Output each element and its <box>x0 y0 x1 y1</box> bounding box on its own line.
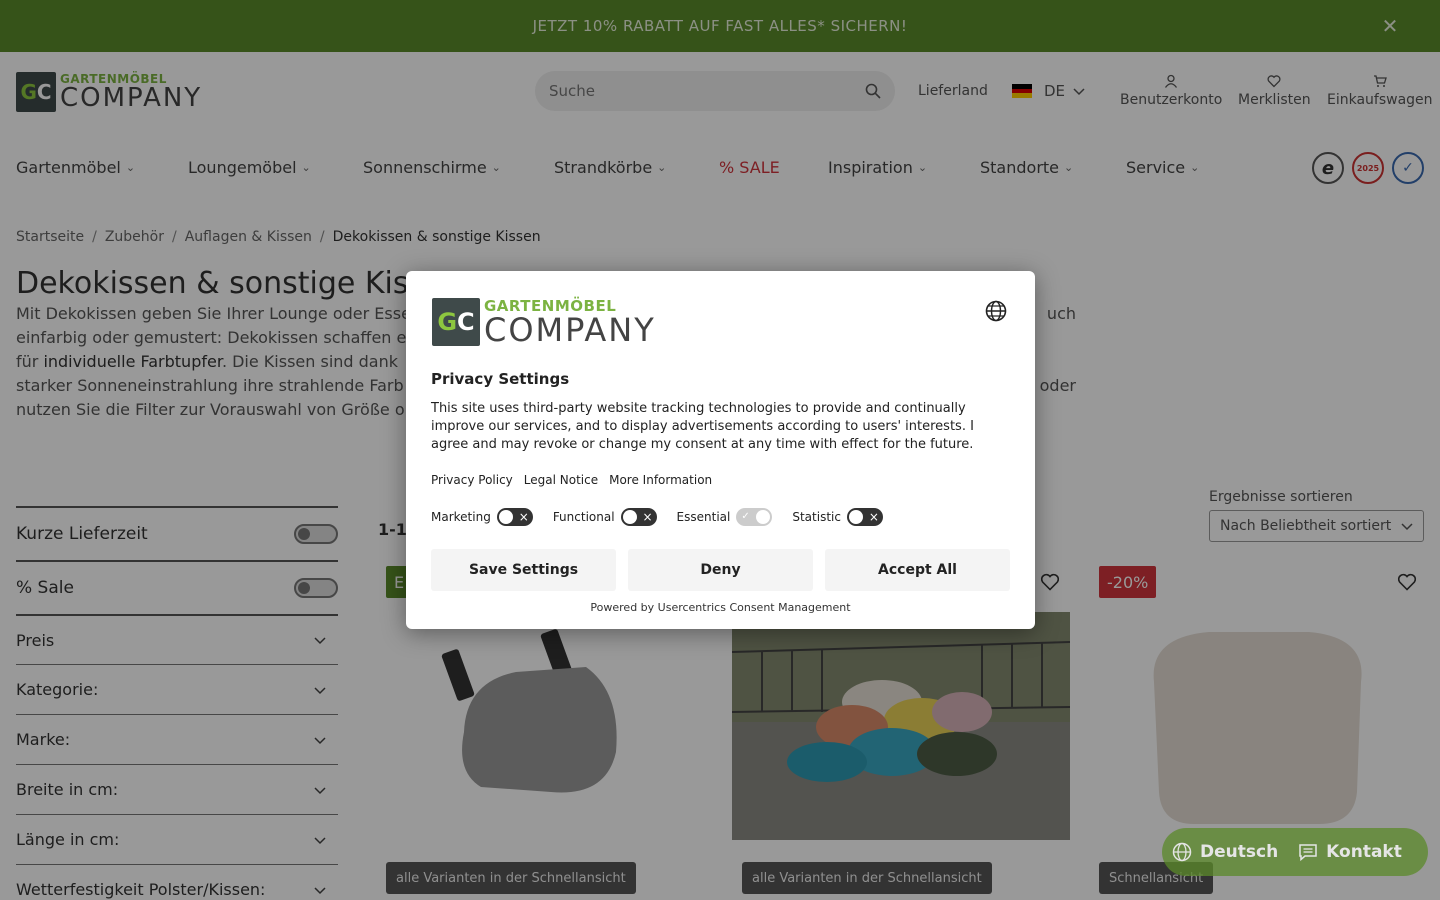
save-settings-button[interactable]: Save Settings <box>431 549 616 591</box>
essential-label: Essential <box>676 510 731 524</box>
consent-logo: GC GARTENMÖBEL COMPANY <box>432 298 656 346</box>
language-label: Deutsch <box>1200 842 1279 862</box>
accept-all-button[interactable]: Accept All <box>825 549 1010 591</box>
privacy-settings-dialog: GC GARTENMÖBEL COMPANY Privacy Settings … <box>406 271 1035 629</box>
dialog-buttons: Save Settings Deny Accept All <box>431 549 1010 591</box>
language-button[interactable]: Deutsch <box>1172 842 1278 862</box>
essential-toggle <box>736 508 773 526</box>
logo-mark: GC <box>432 298 480 346</box>
floating-support-widget: Deutsch Kontakt <box>1162 828 1428 876</box>
globe-icon <box>1172 842 1192 862</box>
contact-label: Kontakt <box>1326 842 1402 862</box>
functional-toggle[interactable] <box>620 508 657 526</box>
marketing-label: Marketing <box>431 510 491 524</box>
consent-toggles: Marketing Functional Essential Statistic <box>431 508 903 526</box>
dialog-title: Privacy Settings <box>431 370 570 388</box>
statistic-toggle[interactable] <box>846 508 883 526</box>
privacy-policy-link[interactable]: Privacy Policy <box>431 473 513 487</box>
logo-bottom-text: COMPANY <box>484 310 656 349</box>
language-globe-icon[interactable] <box>985 300 1007 322</box>
chat-icon <box>1299 844 1317 862</box>
legal-notice-link[interactable]: Legal Notice <box>524 473 598 487</box>
deny-button[interactable]: Deny <box>628 549 813 591</box>
marketing-toggle[interactable] <box>496 508 533 526</box>
dialog-links: Privacy Policy Legal Notice More Informa… <box>431 473 712 487</box>
contact-button[interactable]: Kontakt <box>1298 842 1402 862</box>
functional-label: Functional <box>552 510 615 524</box>
statistic-label: Statistic <box>792 510 841 524</box>
powered-by-text[interactable]: Powered by Usercentrics Consent Manageme… <box>406 601 1035 614</box>
dialog-description: This site uses third-party website track… <box>431 401 974 452</box>
more-information-link[interactable]: More Information <box>609 473 712 487</box>
